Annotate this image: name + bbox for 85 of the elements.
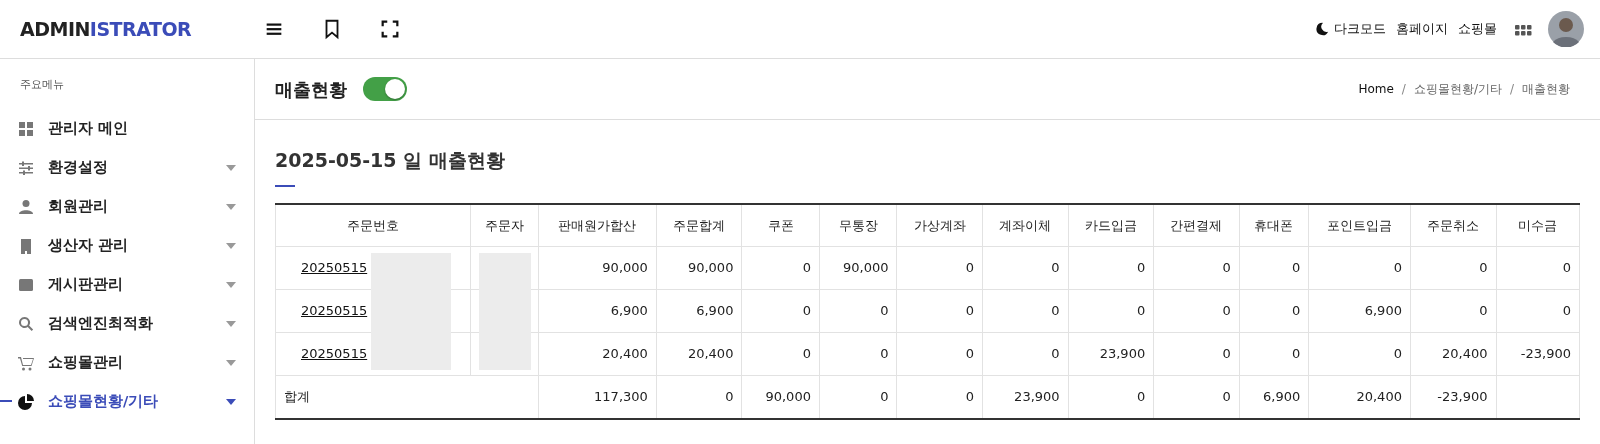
page-title: 매출현황	[275, 77, 347, 102]
table-cell: 0	[741, 289, 820, 333]
sidebar-item[interactable]: 게시판관리	[0, 265, 254, 304]
building-icon	[18, 237, 34, 254]
table-cell: 6,900	[1308, 289, 1411, 333]
column-header: 휴대폰	[1239, 203, 1309, 247]
table-cell: 90,000	[656, 246, 742, 290]
sliders-icon	[18, 159, 34, 176]
dark-mode-link[interactable]: 다크모드	[1315, 19, 1386, 39]
column-header: 간편결제	[1153, 203, 1240, 247]
breadcrumb-link[interactable]: 쇼핑몰현황/기타	[1413, 80, 1502, 98]
column-header: 주문합계	[656, 203, 742, 247]
column-header: 쿠폰	[741, 203, 820, 247]
toggle-switch[interactable]	[363, 77, 407, 101]
table-cell: 90,000	[819, 246, 897, 290]
column-header: 주문번호	[275, 203, 471, 247]
table-cell: 90,000	[538, 246, 657, 290]
table-cell: -23,900	[1496, 332, 1580, 376]
breadcrumb-separator: /	[1401, 81, 1406, 98]
table-cell: 0	[982, 289, 1069, 333]
apps-icon[interactable]	[1515, 22, 1532, 36]
table-cell: 20,400	[656, 332, 742, 376]
report-title: 2025-05-15 일 매출현황	[275, 148, 506, 173]
person-icon	[18, 198, 34, 215]
table-cell: 0	[1153, 246, 1240, 290]
table-cell: 0	[1410, 246, 1496, 290]
breadcrumb-link[interactable]: Home	[1358, 80, 1394, 98]
table-cell: 0	[1239, 246, 1309, 290]
table-cell: 0	[896, 289, 983, 333]
table-cell: 0	[1153, 289, 1240, 333]
table-cell: 0	[819, 289, 897, 333]
breadcrumb-separator: /	[1509, 81, 1514, 98]
column-header: 카드입금	[1068, 203, 1154, 247]
sidebar-item[interactable]: 검색엔진최적화	[0, 304, 254, 343]
cart-icon	[18, 354, 34, 371]
fullscreen-icon[interactable]	[379, 18, 401, 40]
table-cell: 0	[741, 246, 820, 290]
sidebar-item[interactable]: 쇼핑몰관리	[0, 343, 254, 382]
nav-link[interactable]: 쇼핑몰	[1458, 19, 1497, 39]
order-number-link[interactable]: 20250515	[284, 303, 368, 319]
table-cell: 0	[1410, 289, 1496, 333]
column-header: 계좌이체	[982, 203, 1069, 247]
column-header: 판매원가합산	[538, 203, 657, 247]
order-number-link[interactable]: 20250515	[284, 260, 368, 276]
sidebar-item[interactable]: 회원관리	[0, 187, 254, 226]
table-cell: 0	[1068, 289, 1154, 333]
avatar[interactable]	[1548, 11, 1584, 47]
column-header: 포인트입금	[1308, 203, 1411, 247]
table-cell: 0	[982, 246, 1069, 290]
table-cell: 20,400	[538, 332, 657, 376]
grid-icon	[18, 120, 34, 137]
table-cell: 0	[1308, 246, 1411, 290]
moon-icon	[1315, 22, 1329, 36]
sidebar-item[interactable]: 환경설정	[0, 148, 254, 187]
search-icon	[18, 315, 34, 332]
column-header: 무통장	[819, 203, 897, 247]
nav-link[interactable]: 홈페이지	[1396, 19, 1448, 39]
table-cell: 20,400	[1410, 332, 1496, 376]
table-cell: 23,900	[1068, 332, 1154, 376]
table-cell: 0	[1496, 289, 1580, 333]
table-cell: 0	[1153, 332, 1240, 376]
column-header: 주문취소	[1410, 203, 1496, 247]
table-cell: 0	[741, 332, 820, 376]
breadcrumb-current: 매출현황	[1522, 81, 1570, 98]
column-header: 가상계좌	[896, 203, 983, 247]
sidebar-item[interactable]: 생산자 관리	[0, 226, 254, 265]
table-cell: 0	[1496, 246, 1580, 290]
pie-chart-icon	[18, 393, 34, 410]
menu-heading: 주요메뉴	[20, 78, 64, 91]
sidebar-item[interactable]: 관리자 메인	[0, 109, 254, 148]
column-header: 미수금	[1496, 203, 1580, 247]
table-cell: 0	[1239, 289, 1309, 333]
table-cell: 0	[819, 332, 897, 376]
table-cell: 6,900	[538, 289, 657, 333]
table-cell: 0	[896, 332, 983, 376]
column-header: 주문자	[470, 203, 539, 247]
table-cell: 0	[1068, 246, 1154, 290]
table-cell: 0	[896, 246, 983, 290]
brand-logo[interactable]: ADMINISTRATOR	[20, 17, 192, 40]
order-number-link[interactable]: 20250515	[284, 346, 368, 362]
table-cell: 0	[1239, 332, 1309, 376]
table-cell: 0	[1308, 332, 1411, 376]
table-cell: 6,900	[656, 289, 742, 333]
table-cell: 0	[982, 332, 1069, 376]
sidebar-item[interactable]: 쇼핑몰현황/기타	[0, 382, 254, 421]
